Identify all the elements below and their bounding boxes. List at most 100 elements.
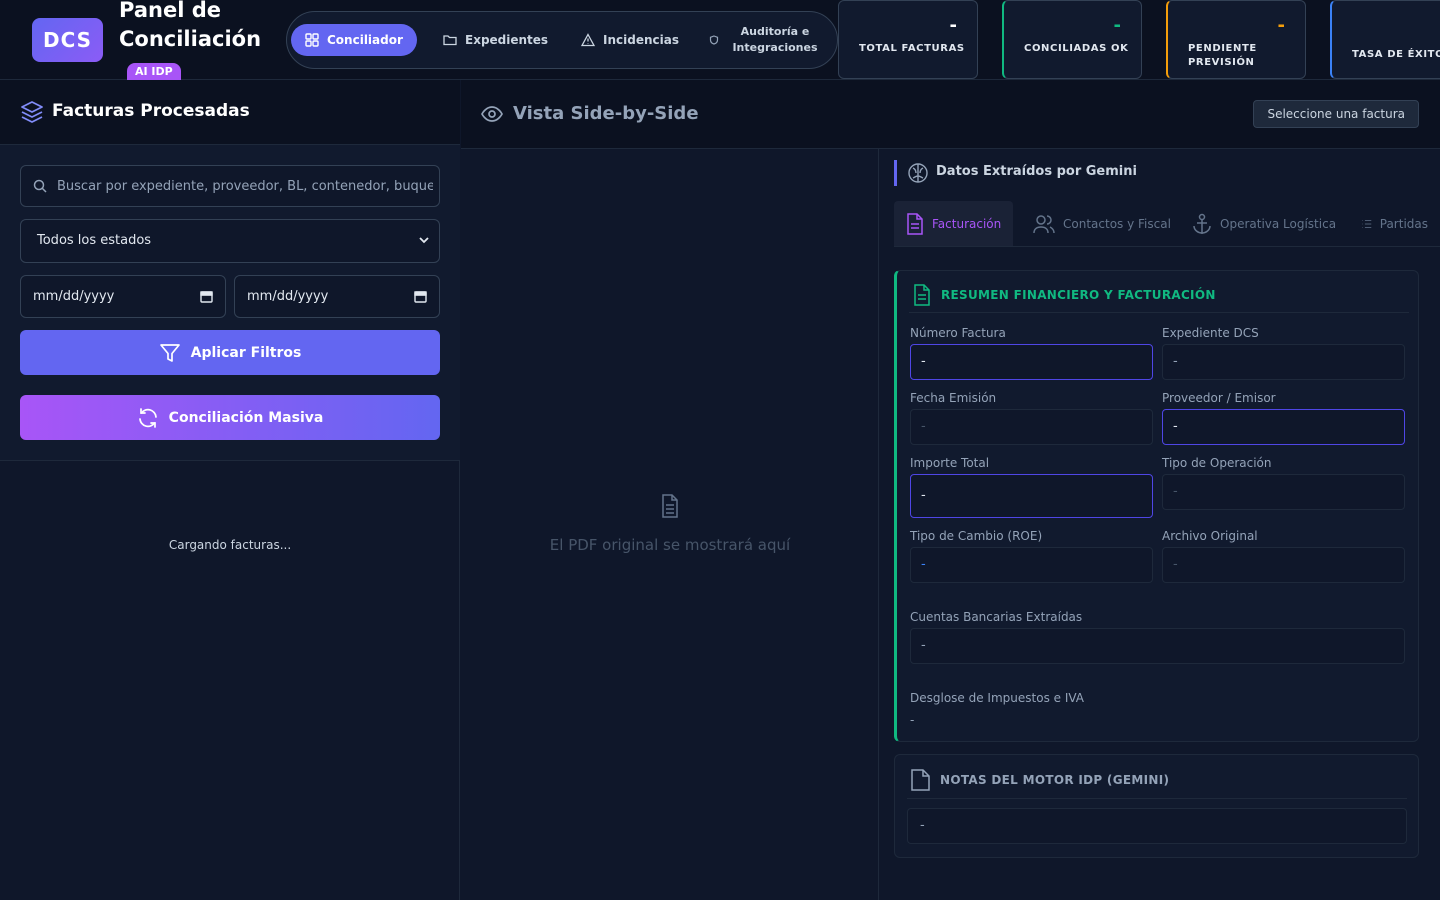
nav-label: Expedientes <box>465 33 549 47</box>
grid-icon <box>305 33 319 47</box>
field-label: Tipo de Operación <box>1162 456 1272 470</box>
kpi-total-facturas: - TOTAL FACTURAS <box>838 0 978 79</box>
folder-icon <box>443 35 457 46</box>
nav-auditoria[interactable]: Auditoría e Integraciones <box>699 24 837 56</box>
tab-label: Facturación <box>932 216 1002 231</box>
tab-contactos-fiscal[interactable]: Contactos y Fiscal <box>1021 201 1183 246</box>
kpi-label: PENDIENTE PREVISIÓN <box>1188 43 1257 68</box>
calendar-icon[interactable] <box>200 290 213 303</box>
shield-icon <box>709 35 719 45</box>
search-icon <box>33 179 47 193</box>
kpi-label: TOTAL FACTURAS <box>859 43 965 54</box>
field-label: Archivo Original <box>1162 529 1258 543</box>
apply-filters-label: Aplicar Filtros <box>190 344 302 361</box>
document-icon <box>907 212 923 235</box>
dcs-file-field[interactable]: - <box>1162 344 1405 380</box>
invoices-panel-title: Facturas Procesadas <box>52 101 250 121</box>
extracted-tabs: Facturación Contactos y Fiscal Operativa… <box>894 201 1440 247</box>
brain-icon <box>908 163 928 183</box>
pdf-placeholder-text: El PDF original se mostrará aquí <box>549 536 791 554</box>
field-label: Fecha Emisión <box>910 391 997 405</box>
mass-reconcile-button[interactable]: Conciliación Masiva <box>20 395 440 440</box>
chevron-down-icon <box>419 237 429 244</box>
nav-incidencias[interactable]: Incidencias <box>567 24 693 56</box>
date-to-input[interactable]: mm/dd/yyyy <box>234 275 440 318</box>
tab-label: Partidas <box>1379 216 1428 231</box>
invoices-panel: Facturas Procesadas Todos los estados mm… <box>0 80 460 900</box>
field-label: Importe Total <box>910 456 990 470</box>
nav-label: Auditoría e Integraciones <box>732 25 818 54</box>
tab-partidas[interactable]: Partidas <box>1350 201 1440 246</box>
document-icon <box>662 494 678 518</box>
kpi-label: CONCILIADAS OK <box>1024 43 1129 54</box>
side-by-side-title: Vista Side-by-Side <box>513 103 699 124</box>
kpi-conciliadas-ok: - CONCILIADAS OK <box>1002 0 1142 79</box>
document-icon <box>914 284 930 306</box>
file-icon <box>911 769 930 791</box>
divider <box>909 312 1409 313</box>
pdf-viewer: El PDF original se mostrará aquí <box>461 149 879 900</box>
invoice-number-field[interactable]: - <box>910 344 1153 380</box>
kpi-pendiente-prevision: - PENDIENTE PREVISIÓN <box>1166 0 1306 79</box>
refresh-icon <box>138 407 157 428</box>
financial-summary-card: RESUMEN FINANCIERO Y FACTURACIÓN Número … <box>894 270 1419 742</box>
date-to-value: mm/dd/yyyy <box>247 289 329 304</box>
bank-accounts-field[interactable]: - <box>910 628 1405 664</box>
warning-triangle-icon <box>581 33 595 47</box>
tab-operativa-logistica[interactable]: Operativa Logística <box>1180 201 1348 246</box>
invoices-panel-header: Facturas Procesadas <box>0 80 460 145</box>
kpi-value: - <box>1113 15 1121 36</box>
loading-text: Cargando facturas... <box>168 538 292 552</box>
exchange-rate-field[interactable]: - <box>910 547 1153 583</box>
total-amount-field[interactable]: - <box>910 474 1153 518</box>
mass-reconcile-label: Conciliación Masiva <box>168 409 324 426</box>
tab-label: Contactos y Fiscal <box>1063 216 1171 231</box>
provider-field[interactable]: - <box>1162 409 1405 445</box>
tab-facturacion[interactable]: Facturación <box>894 201 1014 246</box>
date-from-value: mm/dd/yyyy <box>33 289 115 304</box>
list-icon <box>1362 219 1372 228</box>
users-icon <box>1033 214 1055 233</box>
app-title: Panel de Conciliación <box>119 0 262 51</box>
logo: DCS <box>32 18 103 62</box>
apply-filters-button[interactable]: Aplicar Filtros <box>20 330 440 375</box>
date-from-input[interactable]: mm/dd/yyyy <box>20 275 226 318</box>
kpi-label: TASA DE ÉXITO <box>1352 49 1440 60</box>
kpi-value: - <box>949 15 957 36</box>
top-header: DCS Panel de Conciliación AI IDP Concili… <box>0 0 1440 80</box>
filter-icon <box>159 343 180 362</box>
extracted-data-header: Datos Extraídos por Gemini <box>894 160 1137 186</box>
field-label: Cuentas Bancarias Extraídas <box>910 610 1083 624</box>
field-label: Número Factura <box>910 326 1006 340</box>
layers-icon <box>21 101 43 123</box>
field-label: Desglose de Impuestos e IVA <box>910 691 1085 705</box>
search-input[interactable] <box>57 166 433 206</box>
field-label: Expediente DCS <box>1162 326 1259 340</box>
idp-notes-field[interactable]: - <box>907 808 1407 844</box>
idp-notes-card: NOTAS DEL MOTOR IDP (GEMINI) - <box>894 754 1419 858</box>
financial-summary-title: RESUMEN FINANCIERO Y FACTURACIÓN <box>941 288 1216 302</box>
select-invoice-pill: Seleccione una factura <box>1253 100 1419 128</box>
nav-conciliador[interactable]: Conciliador <box>291 24 417 56</box>
extracted-data-title: Datos Extraídos por Gemini <box>936 164 1137 179</box>
kpi-tasa-exito: TASA DE ÉXITO <box>1330 0 1440 79</box>
tab-label: Operativa Logística <box>1220 216 1337 231</box>
idp-notes-title: NOTAS DEL MOTOR IDP (GEMINI) <box>940 773 1170 787</box>
status-select[interactable]: Todos los estados <box>20 219 440 263</box>
divider <box>907 798 1407 799</box>
status-select-value: Todos los estados <box>37 233 152 248</box>
field-label: Proveedor / Emisor <box>1162 391 1276 405</box>
field-label: Tipo de Cambio (ROE) <box>910 529 1043 543</box>
original-file-field[interactable]: - <box>1162 547 1405 583</box>
operation-type-field[interactable]: - <box>1162 474 1405 510</box>
nav-label: Incidencias <box>603 33 679 47</box>
issue-date-field[interactable]: - <box>910 409 1153 445</box>
anchor-icon <box>1193 213 1211 234</box>
calendar-icon[interactable] <box>414 290 427 303</box>
eye-icon <box>481 106 503 122</box>
extracted-data-panel: Datos Extraídos por Gemini Facturación C… <box>880 149 1440 900</box>
nav-expedientes[interactable]: Expedientes <box>429 24 562 56</box>
main-nav: Conciliador Expedientes Incidencias Audi… <box>286 11 838 69</box>
nav-label: Conciliador <box>327 33 403 47</box>
filters-section: Todos los estados mm/dd/yyyy mm/dd/yyyy … <box>0 145 460 461</box>
